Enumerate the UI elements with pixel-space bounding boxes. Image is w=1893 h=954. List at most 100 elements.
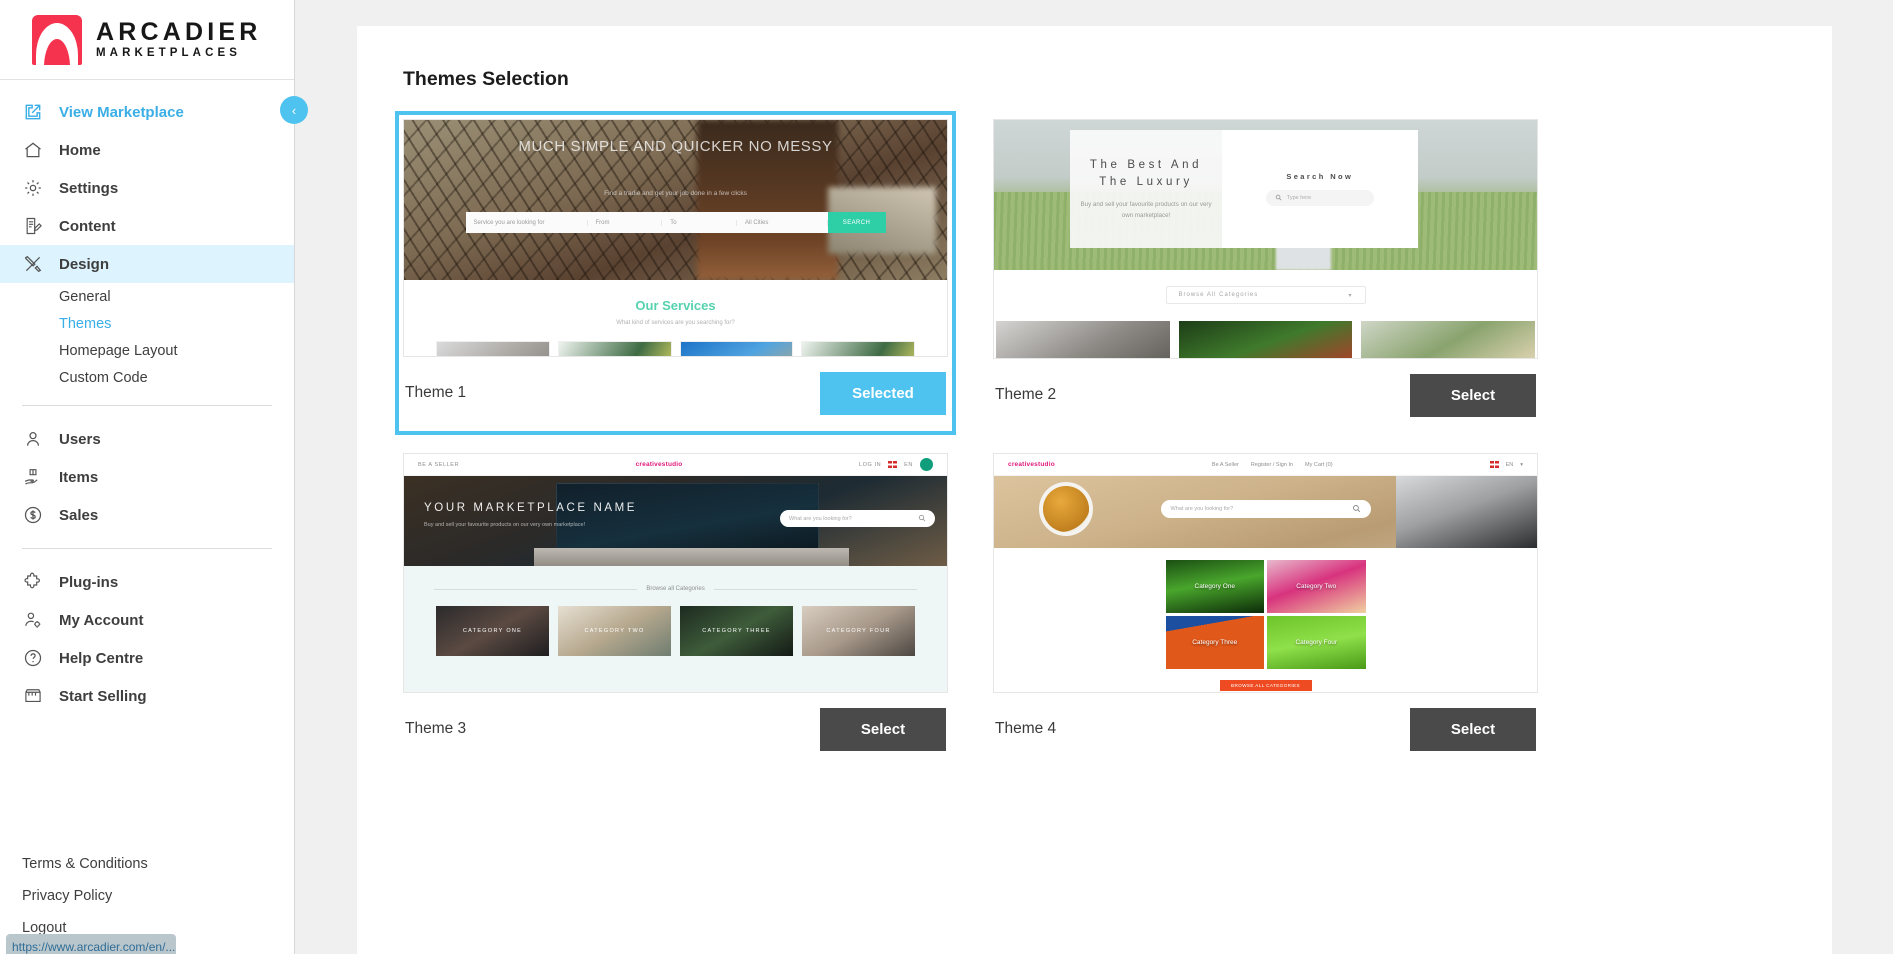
theme-preview-3: BE A SELLER creativestudio LOG IN EN YOU… (403, 453, 948, 693)
theme-select-button-2[interactable]: Select (1410, 373, 1536, 417)
sidebar-label: Content (59, 217, 116, 235)
theme2-search-title: Search Now (1286, 172, 1354, 181)
theme1-thumb (557, 341, 672, 356)
theme1-search-button: SEARCH (827, 212, 886, 233)
theme2-search-placeholder: Type here (1286, 195, 1312, 201)
sidebar-sublabel: General (59, 288, 111, 305)
sidebar-subitem-general[interactable]: General (0, 283, 294, 310)
sidebar-item-settings[interactable]: Settings (0, 169, 294, 207)
theme1-search-location: All Cities (737, 219, 828, 226)
theme3-search-placeholder: What are you looking for? (789, 515, 852, 522)
sidebar-divider-2 (22, 548, 272, 549)
sidebar-item-design[interactable]: Design (0, 245, 294, 283)
sidebar: ARCADIER MARKETPLACES ‹ View Marketplace… (0, 0, 308, 954)
external-link-icon (22, 101, 44, 123)
theme2-thumb (1361, 321, 1536, 358)
sidebar-nav: View Marketplace Home Settings Content D… (0, 80, 294, 715)
storefront-icon (22, 685, 44, 707)
theme1-thumb (801, 341, 915, 356)
footer-link-privacy[interactable]: Privacy Policy (0, 880, 294, 912)
themes-grid: MUCH SIMPLE AND QUICKER NO MESSY Find a … (395, 111, 1786, 765)
theme2-categories-label: Browse All Categories (1178, 292, 1259, 298)
brand-header: ARCADIER MARKETPLACES (0, 0, 294, 80)
divider-line (713, 588, 918, 590)
gear-icon (22, 177, 44, 199)
design-tools-icon (22, 253, 44, 275)
theme-label-2: Theme 2 (995, 386, 1057, 403)
theme2-categories-dropdown: Browse All Categories ▾ (1165, 286, 1366, 304)
theme-card-footer-2: Theme 2 Select (993, 359, 1538, 431)
sidebar-item-sales[interactable]: Sales (0, 496, 294, 534)
theme3-browse-label: Browse all Categories (646, 586, 705, 592)
sidebar-sublabel: Custom Code (59, 369, 148, 386)
sidebar-label: Help Centre (59, 649, 144, 667)
page-title: Themes Selection (403, 68, 569, 90)
divider-line (434, 588, 638, 590)
theme2-thumb (996, 321, 1170, 358)
content-edit-icon (22, 215, 44, 237)
sidebar-item-home[interactable]: Home (0, 131, 294, 169)
footer-link-label: Terms & Conditions (22, 856, 148, 872)
sidebar-label: Home (59, 141, 101, 159)
theme1-thumbnails (404, 341, 947, 356)
theme-select-button-4[interactable]: Select (1410, 707, 1536, 751)
puzzle-icon (22, 571, 44, 593)
theme1-thumb (679, 341, 794, 356)
theme4-hero: What are you looking for? (994, 476, 1537, 548)
theme-card-2[interactable]: The Best And The Luxury Buy and sell you… (993, 119, 1538, 431)
sidebar-label: Start Selling (59, 687, 147, 705)
sidebar-item-help-centre[interactable]: Help Centre (0, 639, 294, 677)
theme3-search-input: What are you looking for? (780, 510, 935, 527)
sidebar-collapse-button[interactable]: ‹ (280, 96, 308, 124)
sidebar-item-my-account[interactable]: My Account (0, 601, 294, 639)
sidebar-item-users[interactable]: Users (0, 420, 294, 458)
theme2-headline: The Best And The Luxury (1089, 158, 1203, 189)
theme1-hero: MUCH SIMPLE AND QUICKER NO MESSY Find a … (404, 120, 947, 280)
items-hand-box-icon (22, 466, 44, 488)
theme-preview-1: MUCH SIMPLE AND QUICKER NO MESSY Find a … (403, 119, 948, 357)
sidebar-subitem-custom-code[interactable]: Custom Code (0, 364, 294, 391)
theme1-section-sub: What kind of services are you searching … (616, 320, 735, 326)
footer-link-label: Privacy Policy (22, 888, 113, 904)
sidebar-subitem-themes[interactable]: Themes (0, 310, 294, 337)
theme2-thumbnails (994, 321, 1537, 358)
theme4-browse-button: BROWSE ALL CATEGORIES (1219, 680, 1312, 691)
theme3-browse-row: Browse all Categories (404, 586, 947, 592)
sidebar-item-view-marketplace[interactable]: View Marketplace (0, 93, 294, 131)
chevron-left-icon: ‹ (291, 102, 297, 118)
theme-card-3[interactable]: BE A SELLER creativestudio LOG IN EN YOU… (403, 453, 948, 765)
theme1-thumb (436, 341, 550, 356)
sidebar-item-plugins[interactable]: Plug-ins (0, 563, 294, 601)
theme3-category: CATEGORY TWO (558, 606, 671, 656)
theme4-category: Category Four (1267, 616, 1366, 669)
sidebar-label: Sales (59, 506, 99, 524)
theme3-body: Browse all Categories CATEGORY ONE CATEG… (404, 566, 947, 692)
theme-select-button-1[interactable]: Selected (820, 371, 946, 415)
themes-panel: Themes Selection MUCH SIMPLE AND QUICKER… (357, 26, 1832, 954)
theme2-search-box: Search Now Type here (1222, 130, 1418, 248)
theme2-thumb (1178, 321, 1353, 358)
sidebar-sublabel: Themes (59, 315, 112, 332)
sidebar-item-start-selling[interactable]: Start Selling (0, 677, 294, 715)
dollar-circle-icon (22, 504, 44, 526)
theme3-category: CATEGORY THREE (680, 606, 793, 656)
theme4-topbar-right: EN ▾ (1489, 461, 1523, 468)
theme-select-button-3[interactable]: Select (820, 707, 946, 751)
sidebar-label: Settings (59, 179, 119, 197)
theme4-search-input: What are you looking for? (1160, 500, 1371, 518)
theme-label-4: Theme 4 (995, 720, 1057, 737)
sidebar-item-items[interactable]: Items (0, 458, 294, 496)
theme1-search-to: To (662, 219, 737, 226)
footer-link-terms[interactable]: Terms & Conditions (0, 848, 294, 880)
main-content: Themes Selection MUCH SIMPLE AND QUICKER… (295, 0, 1893, 954)
theme-label-1: Theme 1 (405, 384, 467, 401)
theme-card-footer-4: Theme 4 Select (993, 693, 1538, 765)
theme-card-1[interactable]: MUCH SIMPLE AND QUICKER NO MESSY Find a … (395, 111, 956, 435)
sidebar-item-content[interactable]: Content (0, 207, 294, 245)
theme4-search-placeholder: What are you looking for? (1170, 506, 1234, 512)
theme1-section-title: Our Services (635, 298, 716, 313)
theme3-topbar: BE A SELLER creativestudio LOG IN EN (404, 454, 947, 476)
sidebar-subitem-homepage-layout[interactable]: Homepage Layout (0, 337, 294, 364)
theme-card-4[interactable]: creativestudio Be A Seller Register / Si… (993, 453, 1538, 765)
theme3-category: CATEGORY FOUR (802, 606, 915, 656)
